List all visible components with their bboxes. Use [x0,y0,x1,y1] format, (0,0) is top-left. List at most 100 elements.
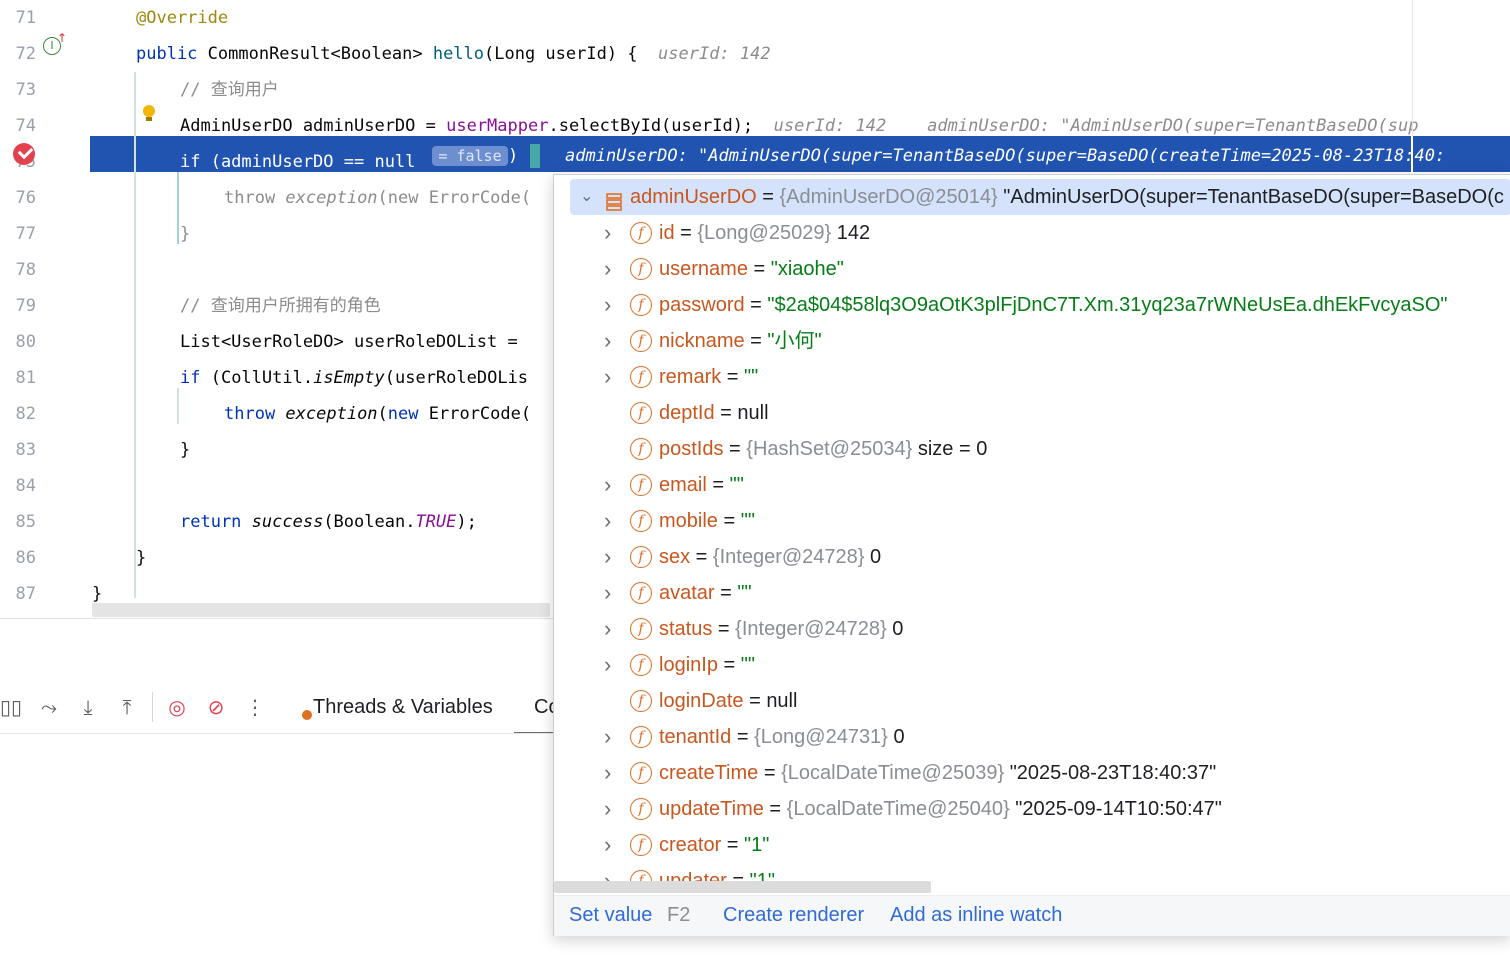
lightbulb-icon[interactable] [141,104,157,122]
code-token: // 查询用户所拥有的角色 [180,296,381,316]
step-over-icon[interactable]: ⤳ [36,694,62,720]
chevron-right-icon[interactable]: › [604,827,618,863]
root-variable-value: "AdminUserDO(super=TenantBaseDO(super=Ba… [1003,186,1504,208]
chevron-right-icon[interactable]: › [604,467,618,503]
field-icon: f [630,330,652,352]
field-row[interactable]: › f remark = "" [554,359,1510,395]
chevron-right-icon[interactable]: › [604,215,618,251]
chevron-right-icon[interactable]: › [604,503,618,539]
field-row[interactable]: › f sex = {Integer@24728} 0 [554,539,1510,575]
chevron-right-icon[interactable]: › [604,575,618,611]
root-variable-name: adminUserDO [630,186,757,208]
field-row[interactable]: › f email = "" [554,467,1510,503]
field-value: "" [737,582,752,604]
field-row[interactable]: › f loginIp = "" [554,647,1510,683]
horizontal-scrollbar[interactable] [92,603,550,617]
code-token: if (adminUserDO == null [180,152,416,172]
up-arrow-icon: ↑ [57,31,68,45]
set-value-link[interactable]: Set value [569,904,652,927]
field-name: mobile [659,510,718,532]
code-text: public CommonResult<Boolean> hello(Long … [136,42,771,66]
step-out-icon[interactable]: ⤒ [114,694,140,720]
field-row[interactable]: › f status = {Integer@24728} 0 [554,611,1510,647]
add-inline-watch-link[interactable]: Add as inline watch [890,904,1062,927]
code-text: if (adminUserDO == null [180,150,415,174]
code-token: ); [456,512,477,532]
chevron-right-icon[interactable]: › [604,539,618,575]
chevron-right-icon[interactable]: › [604,611,618,647]
toolbar-divider [152,692,153,722]
object-icon [606,187,622,211]
field-row[interactable]: f loginDate = null [554,683,1510,719]
code-token: @Override [136,8,229,28]
code-token: (Boolean. [323,512,416,532]
field-value: 0 [870,546,882,568]
field-row[interactable]: › f id = {Long@25029} 142 [554,215,1510,251]
chevron-right-icon[interactable]: › [604,755,618,791]
mute-icon[interactable]: ▯▯ [0,694,24,720]
chevron-right-icon[interactable]: › [604,647,618,683]
code-token: (CollUtil. [210,368,314,388]
field-icon: f [630,366,652,388]
field-row[interactable]: › f creator = "1" [554,827,1510,863]
code-token: new [387,404,429,424]
field-type: {Integer@24728} [735,618,887,640]
code-text: List<UserRoleDO> userRoleDOList = [180,330,528,354]
code-text: } [180,438,190,462]
chevron-down-icon[interactable]: ⌄ [580,179,593,215]
breakpoint-icon[interactable] [13,143,35,165]
field-row[interactable]: › f createTime = {LocalDateTime@25039} "20… [554,755,1510,791]
tab-threads-variables[interactable]: Threads & Variables [313,694,493,720]
field-icon: f [630,690,652,712]
field-row[interactable]: › f nickname = "小何" [554,323,1510,359]
field-row[interactable]: › f avatar = "" [554,575,1510,611]
field-name: username [659,258,748,280]
line-number: 81 [15,368,36,388]
field-row[interactable]: › f username = "xiaohe" [554,251,1510,287]
field-row[interactable]: f postIds = {HashSet@25034} size = 0 [554,431,1510,467]
field-name: loginIp [659,654,718,676]
chevron-right-icon[interactable]: › [604,359,618,395]
code-text: @Override [136,6,228,30]
field-row[interactable]: › f tenantId = {Long@24731} 0 [554,719,1510,755]
code-line[interactable]: 71 @Override [0,6,1510,42]
field-type: {Integer@24728} [712,546,865,568]
variable-inspector-popup[interactable]: ⌄ adminUserDO = {AdminUserDO@25014} "Adm… [553,174,1510,936]
field-icon: f [630,618,652,640]
chevron-right-icon[interactable]: › [604,719,618,755]
field-row[interactable]: › f password = "$2a$04$58lq3O9aOtK3plFjDnC… [554,287,1510,323]
field-name: loginDate [659,690,744,712]
field-row[interactable]: › f updateTime = {LocalDateTime@25040} "20… [554,791,1510,827]
caret [1411,136,1413,172]
chevron-right-icon[interactable]: › [604,323,618,359]
code-token: public [136,44,208,64]
field-icon: f [630,474,652,496]
field-name: creator [659,834,722,856]
field-name: remark [659,366,722,388]
inline-value-false: = false [432,146,508,166]
view-breakpoints-icon[interactable]: ◎ [164,694,190,720]
chevron-right-icon[interactable]: › [604,251,618,287]
line-number: 76 [15,188,36,208]
field-name: deptId [659,402,715,424]
popup-horizontal-scrollbar[interactable] [554,881,931,893]
root-variable-row[interactable]: ⌄ adminUserDO = {AdminUserDO@25014} "Adm… [570,179,1510,215]
inline-close-paren: ) [508,146,519,166]
field-name: sex [659,546,691,568]
field-row[interactable]: › f mobile = "" [554,503,1510,539]
chevron-right-icon[interactable]: › [604,791,618,827]
code-line[interactable]: 72 public CommonResult<Boolean> hello(Lon… [0,42,1510,78]
chevron-right-icon[interactable]: › [604,287,618,323]
field-type: {Long@24731} [754,726,888,748]
line-number: 83 [15,440,36,460]
field-icon: f [630,798,652,820]
code-token: userId: 142 [658,44,771,64]
code-token: (new ErrorCode( [377,188,532,208]
mute-breakpoints-icon[interactable]: ⊘ [203,694,229,720]
code-line[interactable]: 73 // 查询用户 [0,78,1510,114]
step-into-icon[interactable]: ⤓ [75,694,101,720]
create-renderer-link[interactable]: Create renderer [723,904,864,927]
more-icon[interactable]: ⋮ [242,694,268,720]
field-row[interactable]: f deptId = null [554,395,1510,431]
line-number: 85 [15,512,36,532]
